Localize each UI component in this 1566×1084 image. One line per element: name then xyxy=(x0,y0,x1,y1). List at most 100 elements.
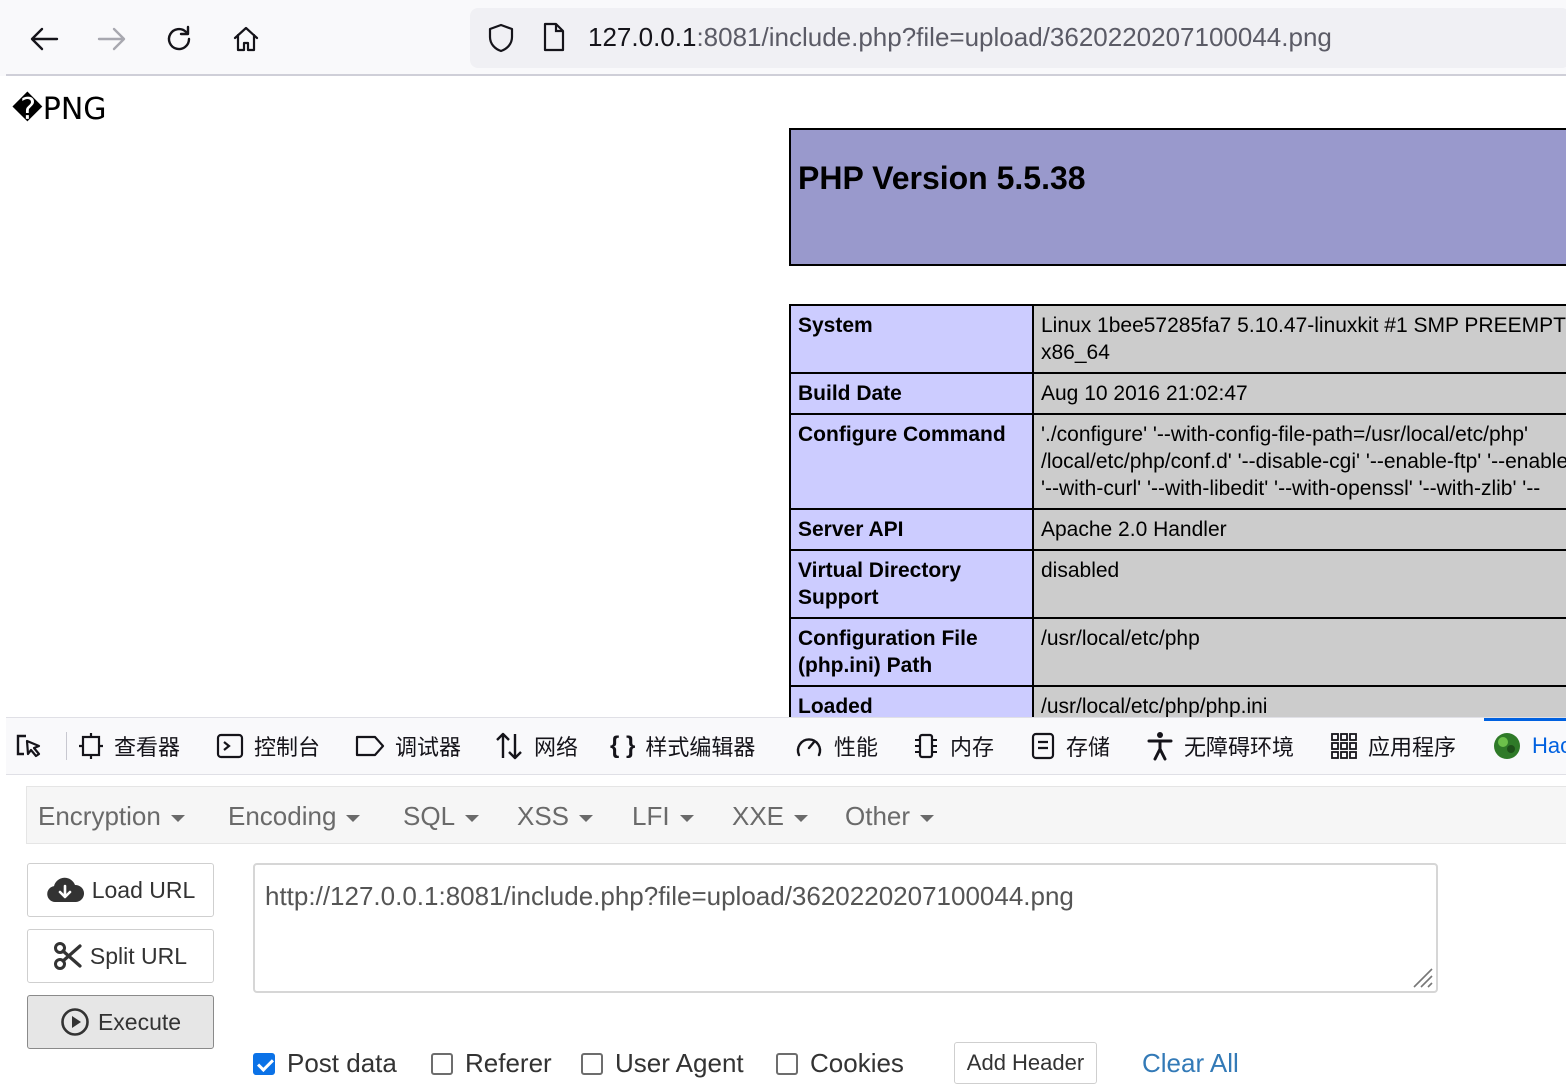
home-button[interactable] xyxy=(226,20,266,58)
tab-label: 样式编辑器 xyxy=(645,735,756,760)
split-url-label: Split URL xyxy=(89,942,188,969)
menu-label: XXE xyxy=(732,801,785,831)
tab-label: 存储 xyxy=(1066,735,1111,760)
menu-xss[interactable]: XSS xyxy=(517,801,594,832)
arrow-right-icon xyxy=(97,27,126,51)
url-path: :8081/include.php?file=upload/3620220207… xyxy=(696,22,1332,52)
menu-label: SQL xyxy=(403,801,456,831)
tab-performance[interactable]: 性能 xyxy=(794,718,878,774)
post-data-option[interactable]: Post data xyxy=(253,1048,397,1079)
table-row: Configure Command './configure' '--with-… xyxy=(789,413,1566,510)
row-value: /usr/local/etc/php xyxy=(1032,617,1566,687)
tab-debugger[interactable]: 调试器 xyxy=(355,718,461,774)
network-icon xyxy=(496,732,522,760)
menu-label: LFI xyxy=(632,801,670,831)
cookies-label: Cookies xyxy=(810,1048,904,1078)
tab-label: 调试器 xyxy=(395,735,462,760)
tab-memory[interactable]: 内存 xyxy=(912,718,994,774)
hackbar-logo-icon xyxy=(1494,733,1520,759)
reload-button[interactable] xyxy=(159,20,199,58)
url-textarea-value: http://127.0.0.1:8081/include.php?file=u… xyxy=(265,881,1074,911)
tab-label: 无障碍环境 xyxy=(1184,735,1295,760)
referer-option[interactable]: Referer xyxy=(431,1048,552,1079)
url-textarea[interactable]: http://127.0.0.1:8081/include.php?file=u… xyxy=(253,863,1438,993)
php-version-title: PHP Version 5.5.38 xyxy=(798,160,1086,196)
tab-label: 内存 xyxy=(950,735,995,760)
tab-application[interactable]: 应用程序 xyxy=(1330,718,1456,774)
row-value: Linux 1bee57285fa7 5.10.47-linuxkit #1 S… xyxy=(1032,304,1566,374)
tab-console[interactable]: 控制台 xyxy=(216,718,320,774)
execute-button[interactable]: Execute xyxy=(27,995,214,1049)
url-text[interactable]: 127.0.0.1:8081/include.php?file=upload/3… xyxy=(588,22,1332,53)
braces-icon: { } xyxy=(610,732,636,759)
table-row: System Linux 1bee57285fa7 5.10.47-linuxk… xyxy=(789,304,1566,374)
shield-icon xyxy=(488,23,514,53)
cookies-option[interactable]: Cookies xyxy=(776,1048,904,1079)
back-button[interactable] xyxy=(24,20,64,58)
menu-label: Encoding xyxy=(228,801,337,831)
url-host: 127.0.0.1 xyxy=(588,22,697,52)
post-data-label: Post data xyxy=(287,1048,397,1078)
clear-all-link[interactable]: Clear All xyxy=(1142,1048,1239,1079)
row-value: Apache 2.0 Handler xyxy=(1032,508,1566,551)
tab-style-editor[interactable]: { } 样式编辑器 xyxy=(610,718,755,774)
browser-toolbar: 127.0.0.1:8081/include.php?file=upload/3… xyxy=(0,0,1566,76)
tab-label: 性能 xyxy=(834,735,879,760)
row-label: Configuration File (php.ini) Path xyxy=(789,617,1034,687)
table-row: Build Date Aug 10 2016 21:02:47 xyxy=(789,372,1566,415)
menu-label: Encryption xyxy=(38,801,161,831)
menu-label: Other xyxy=(845,801,911,831)
address-bar[interactable]: 127.0.0.1:8081/include.php?file=upload/3… xyxy=(470,8,1566,68)
hackbar-menu: Encryption Encoding SQL XSS LFI XXE Othe… xyxy=(26,786,1566,844)
row-value: disabled xyxy=(1032,549,1566,619)
row-label: Configure Command xyxy=(789,413,1034,510)
row-value: './configure' '--with-config-file-path=/… xyxy=(1032,413,1566,510)
element-picker-button[interactable] xyxy=(14,718,44,774)
post-data-checkbox[interactable] xyxy=(253,1052,275,1075)
menu-other[interactable]: Other xyxy=(845,801,935,832)
cookies-checkbox[interactable] xyxy=(776,1052,798,1075)
tab-storage[interactable]: 存储 xyxy=(1030,718,1110,774)
user-agent-option[interactable]: User Agent xyxy=(581,1048,744,1079)
caret-down-icon xyxy=(679,814,694,822)
menu-xxe[interactable]: XXE xyxy=(732,801,809,832)
gauge-icon xyxy=(796,738,822,757)
reload-icon xyxy=(167,25,191,51)
tab-network[interactable]: 网络 xyxy=(494,718,578,774)
menu-encryption[interactable]: Encryption xyxy=(38,801,185,832)
menu-encoding[interactable]: Encoding xyxy=(228,801,361,832)
tab-inspector[interactable]: 查看器 xyxy=(78,718,180,774)
cloud-download-icon xyxy=(46,877,84,902)
load-url-label: Load URL xyxy=(91,876,196,903)
scissors-icon xyxy=(53,942,82,970)
resize-grip-icon xyxy=(1413,968,1433,988)
forward-button[interactable] xyxy=(92,20,132,58)
accessibility-icon xyxy=(1147,732,1173,761)
grid-icon xyxy=(1331,733,1357,759)
arrow-left-icon xyxy=(30,27,59,51)
menu-sql[interactable]: SQL xyxy=(403,801,480,832)
tab-label: Hac xyxy=(1532,733,1566,758)
row-label: System xyxy=(789,304,1034,374)
row-label: Server API xyxy=(789,508,1034,551)
referer-checkbox[interactable] xyxy=(431,1052,453,1075)
phpinfo-header: PHP Version 5.5.38 xyxy=(789,128,1566,266)
add-header-button[interactable]: Add Header xyxy=(954,1042,1097,1084)
menu-lfi[interactable]: LFI xyxy=(632,801,694,832)
tab-hackbar[interactable]: Hac xyxy=(1483,718,1566,774)
tab-label: 网络 xyxy=(534,735,579,760)
load-url-button[interactable]: Load URL xyxy=(27,863,214,917)
user-agent-checkbox[interactable] xyxy=(581,1052,603,1075)
split-url-button[interactable]: Split URL xyxy=(27,929,214,983)
png-header-text: �PNG xyxy=(12,92,107,127)
table-row: Virtual Directory Support disabled xyxy=(789,549,1566,619)
caret-down-icon xyxy=(579,814,594,822)
referer-label: Referer xyxy=(465,1048,552,1078)
tab-separator xyxy=(66,732,67,760)
menu-label: XSS xyxy=(517,801,570,831)
row-value: Aug 10 2016 21:02:47 xyxy=(1032,372,1566,415)
tab-accessibility[interactable]: 无障碍环境 xyxy=(1146,718,1294,774)
home-icon xyxy=(233,26,259,52)
caret-down-icon xyxy=(920,814,935,822)
tab-label: 查看器 xyxy=(114,735,181,760)
